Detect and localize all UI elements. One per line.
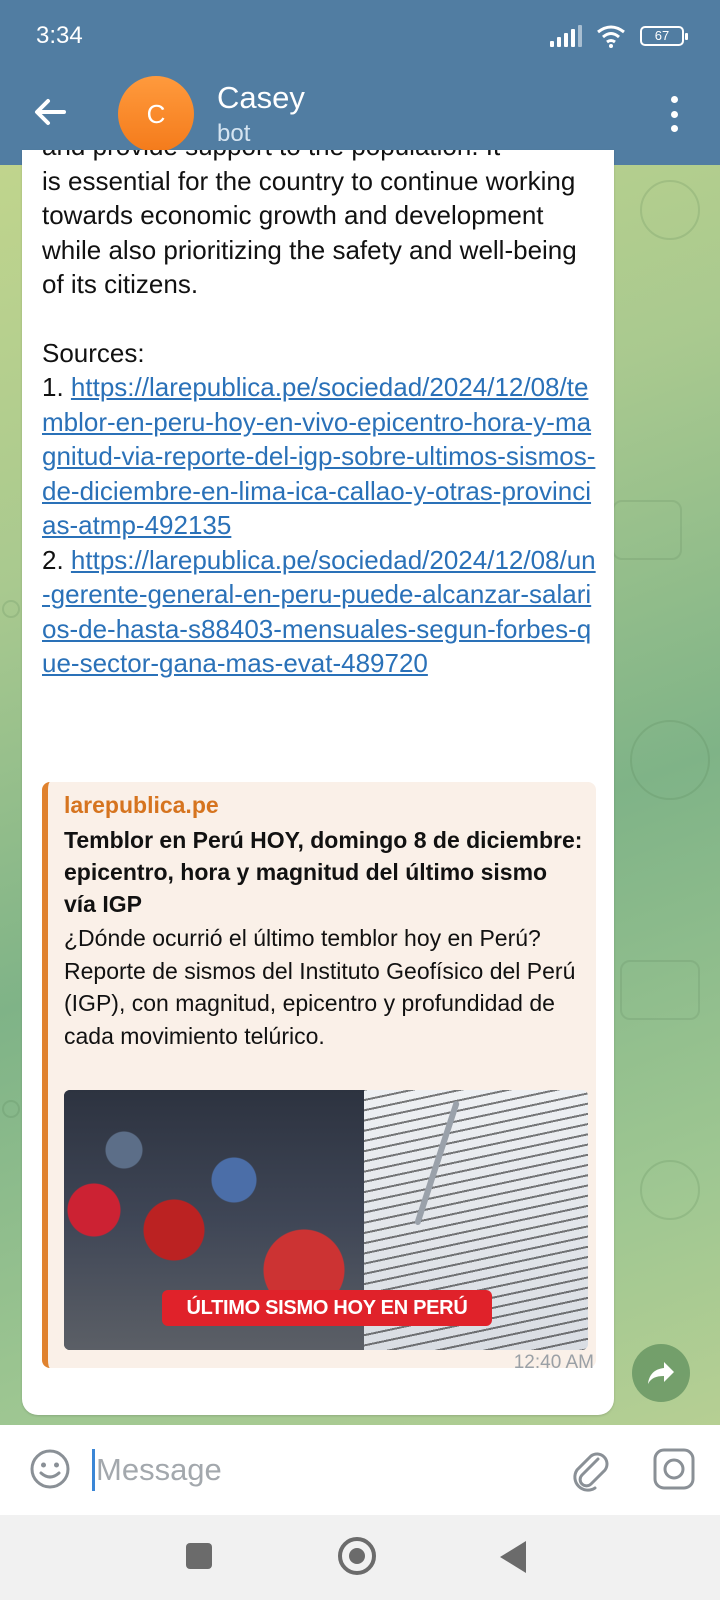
preview-image[interactable]: ÚLTIMO SISMO HOY EN PERÚ bbox=[64, 1090, 588, 1350]
preview-image-banner: ÚLTIMO SISMO HOY EN PERÚ bbox=[162, 1290, 492, 1326]
message-timestamp: 12:40 AM bbox=[513, 1352, 594, 1373]
recents-button[interactable] bbox=[186, 1543, 212, 1569]
message-input-bar bbox=[0, 1425, 720, 1515]
source-number: 1. bbox=[42, 372, 71, 402]
background-doodle bbox=[620, 960, 700, 1020]
emoji-button[interactable] bbox=[28, 1447, 72, 1491]
back-button[interactable] bbox=[30, 92, 70, 132]
message-text: and provide support to the population. I… bbox=[42, 150, 602, 681]
paperclip-icon bbox=[573, 1452, 609, 1492]
more-options-button[interactable] bbox=[668, 96, 680, 132]
dot-icon bbox=[670, 110, 678, 118]
message-cut-line: and provide support to the population. I… bbox=[42, 150, 602, 164]
camera-icon bbox=[653, 1448, 695, 1490]
dot-icon bbox=[670, 125, 678, 132]
chat-header: 3:34 67 C Casey bot bbox=[0, 0, 720, 165]
background-doodle bbox=[640, 180, 700, 240]
background-doodle bbox=[630, 720, 710, 800]
source-item: 1. https://larepublica.pe/sociedad/2024/… bbox=[42, 370, 602, 543]
preview-site-name: larepublica.pe bbox=[64, 792, 219, 818]
battery-icon: 67 bbox=[640, 26, 688, 46]
message-input[interactable] bbox=[96, 1447, 536, 1493]
background-doodle bbox=[640, 1160, 700, 1220]
background-doodle bbox=[2, 600, 20, 618]
text-cursor bbox=[92, 1449, 95, 1491]
source-number: 2. bbox=[42, 544, 71, 575]
background-doodle bbox=[612, 500, 682, 560]
signal-icon bbox=[550, 25, 582, 47]
avatar[interactable]: C bbox=[118, 76, 194, 152]
link-preview[interactable]: larepublica.pe Temblor en Perú HOY, domi… bbox=[42, 782, 596, 1368]
preview-title: Temblor en Perú HOY, domingo 8 de diciem… bbox=[64, 827, 583, 917]
source-item: 2. https://larepublica.pe/sociedad/2024/… bbox=[42, 543, 602, 681]
status-icons: 67 bbox=[550, 24, 688, 48]
wifi-icon bbox=[597, 25, 625, 48]
contact-subtitle: bot bbox=[217, 120, 251, 147]
sources-label: Sources bbox=[42, 337, 138, 368]
sources-heading: Sources: bbox=[42, 337, 145, 368]
forward-icon bbox=[648, 1362, 674, 1384]
contact-name[interactable]: Casey bbox=[217, 80, 305, 116]
forward-button[interactable] bbox=[632, 1344, 690, 1402]
system-back-button[interactable] bbox=[500, 1541, 526, 1573]
message-body: is essential for the country to continue… bbox=[42, 165, 577, 300]
message-bubble: and provide support to the population. I… bbox=[22, 150, 614, 1415]
source-link[interactable]: https://larepublica.pe/sociedad/2024/12/… bbox=[42, 372, 595, 540]
system-navigation-bar bbox=[0, 1515, 720, 1600]
camera-button[interactable] bbox=[652, 1447, 696, 1491]
arrow-left-icon bbox=[35, 99, 66, 125]
attach-button[interactable] bbox=[568, 1445, 612, 1493]
home-button[interactable] bbox=[338, 1537, 376, 1575]
preview-description: ¿Dónde ocurrió el último temblor hoy en … bbox=[64, 925, 576, 1049]
status-time: 3:34 bbox=[36, 22, 83, 49]
background-doodle bbox=[2, 1100, 20, 1118]
status-bar: 3:34 67 bbox=[0, 0, 720, 70]
dot-icon bbox=[670, 96, 678, 103]
source-link[interactable]: https://larepublica.pe/sociedad/2024/12/… bbox=[42, 545, 596, 679]
smiley-icon bbox=[30, 1449, 70, 1489]
